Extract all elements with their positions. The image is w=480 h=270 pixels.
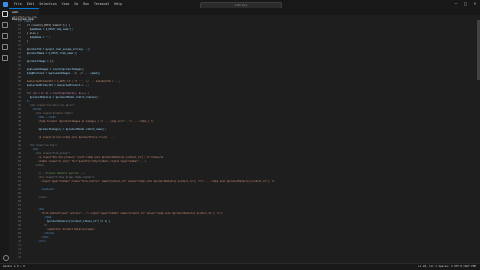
menu-view[interactable]: View <box>62 0 70 8</box>
run-debug-icon[interactable] <box>1 44 8 50</box>
menu-terminal[interactable]: Terminal <box>94 0 109 8</box>
menu-selection[interactable]: Selection <box>39 0 56 8</box>
window-controls: – □ × <box>455 0 476 8</box>
code-line[interactable]: 74 <box>9 256 480 260</box>
code-editor[interactable]: 15 <?php 16 if (isset($_POST['submit'])) {… <box>9 20 480 264</box>
minimize-icon[interactable]: – <box>455 0 457 8</box>
account-icon[interactable] <box>2 255 9 261</box>
tab-bar: add-Employee.php <box>9 8 480 21</box>
vscode-logo-icon <box>3 1 8 7</box>
maximize-icon[interactable]: □ <box>464 0 466 8</box>
menu-run[interactable]: Run <box>83 0 89 8</box>
menu-go[interactable]: Go <box>74 0 78 8</box>
tab-add-employee[interactable]: add-Employee.php <box>9 8 39 21</box>
close-icon[interactable]: × <box>474 0 476 8</box>
status-bar: master ⊗ 0 ⚠ 0 Ln 28, Col 1 Spaces: 4 UT… <box>0 263 480 270</box>
explorer-icon[interactable] <box>1 11 8 17</box>
status-info[interactable]: Ln 28, Col 1 Spaces: 4 UTF-8 CRLF PHP <box>418 264 476 270</box>
extensions-icon[interactable] <box>1 55 8 61</box>
activity-bar <box>0 8 9 264</box>
menu-help[interactable]: Help <box>114 0 122 8</box>
title-bar: File Edit Selection View Go Run Terminal… <box>0 0 480 9</box>
source-control-icon[interactable] <box>1 33 8 39</box>
menu-file[interactable]: File <box>14 0 22 8</box>
search-icon[interactable] <box>1 22 8 28</box>
menu-edit[interactable]: Edit <box>27 0 35 8</box>
menu-bar: File Edit Selection View Go Run Terminal… <box>14 0 122 8</box>
line-number: 74 <box>18 256 21 259</box>
status-branch[interactable]: master ⊗ 0 ⚠ 0 <box>3 264 25 270</box>
